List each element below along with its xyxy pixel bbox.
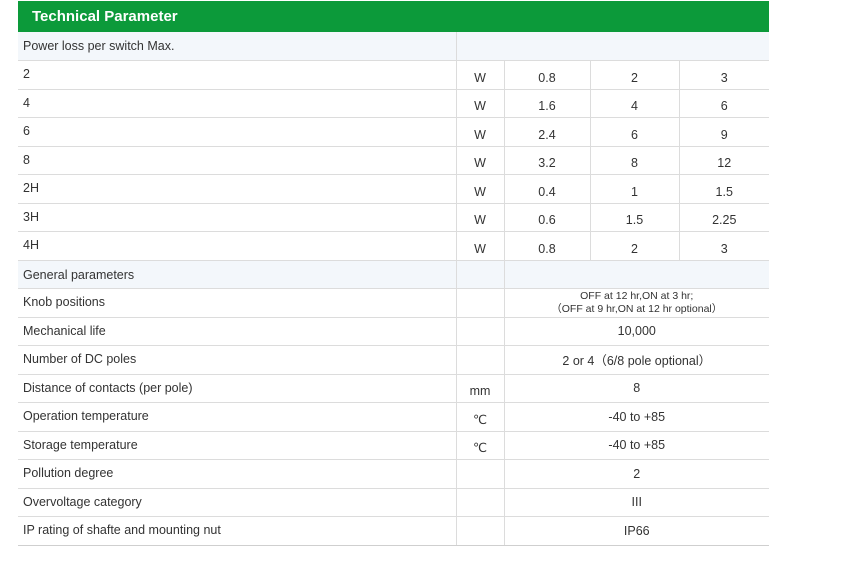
panel-title: Technical Parameter — [18, 1, 769, 32]
row-unit: mm — [455, 374, 504, 403]
section-empty-cell — [455, 32, 769, 61]
row-value-1: 0.8 — [503, 60, 590, 90]
row-value: -40 to +85 — [503, 402, 769, 432]
row-value-1: 2.4 — [503, 117, 590, 147]
row-value-2: 1 — [589, 174, 679, 204]
row-label: Pollution degree — [18, 459, 456, 489]
row-label: Mechanical life — [18, 317, 456, 346]
row-value-3: 3 — [678, 231, 769, 261]
row-unit — [455, 288, 504, 318]
row-unit: W — [455, 203, 504, 232]
row-value: -40 to +85 — [503, 431, 769, 460]
table-row: Pollution degree 2 — [18, 459, 769, 489]
row-value-1: 0.8 — [503, 231, 590, 261]
row-unit — [455, 345, 504, 375]
row-unit — [455, 317, 504, 346]
row-value-3: 1.5 — [678, 174, 769, 204]
row-unit: W — [455, 231, 504, 261]
row-value-3: 3 — [678, 60, 769, 90]
table-row: Overvoltage category III — [18, 488, 769, 517]
row-unit: W — [455, 174, 504, 204]
table-row: 4H W 0.8 2 3 — [18, 231, 769, 261]
table-row: 3H W 0.6 1.5 2.25 — [18, 203, 769, 232]
section-empty-cell — [503, 260, 769, 289]
row-unit — [455, 488, 504, 517]
row-value-2: 2 — [589, 231, 679, 261]
parameter-table: Power loss per switch Max. 2 W 0.8 2 3 4… — [18, 32, 769, 546]
row-value-1: 0.6 — [503, 203, 590, 232]
row-label: Storage temperature — [18, 431, 456, 460]
table-row: Distance of contacts (per pole) mm 8 — [18, 374, 769, 403]
row-label: Overvoltage category — [18, 488, 456, 517]
row-label: Distance of contacts (per pole) — [18, 374, 456, 403]
table-row: Storage temperature ℃ -40 to +85 — [18, 431, 769, 460]
knob-positions-value: OFF at 12 hr,ON at 3 hr; （OFF at 9 hr,ON… — [503, 288, 769, 318]
table-row: Operation temperature ℃ -40 to +85 — [18, 402, 769, 432]
row-value: IP66 — [503, 516, 769, 546]
table-row: 2 W 0.8 2 3 — [18, 60, 769, 90]
row-label: 4 — [18, 89, 456, 118]
row-label: Number of DC poles — [18, 345, 456, 375]
row-value-3: 2.25 — [678, 203, 769, 232]
row-value-2: 8 — [589, 146, 679, 175]
row-value-1: 0.4 — [503, 174, 590, 204]
row-value: 8 — [503, 374, 769, 403]
row-value-2: 4 — [589, 89, 679, 118]
row-unit: W — [455, 89, 504, 118]
knob-line-1: OFF at 12 hr,ON at 3 hr; — [580, 289, 694, 302]
row-unit — [455, 459, 504, 489]
row-value-3: 9 — [678, 117, 769, 147]
row-value-2: 2 — [589, 60, 679, 90]
table-row: Mechanical life 10,000 — [18, 317, 769, 346]
row-value-1: 1.6 — [503, 89, 590, 118]
table-row: Knob positions OFF at 12 hr,ON at 3 hr; … — [18, 288, 769, 318]
row-value: III — [503, 488, 769, 517]
row-label: 2H — [18, 174, 456, 204]
table-row: 8 W 3.2 8 12 — [18, 146, 769, 175]
technical-parameter-panel: Technical Parameter Power loss per switc… — [18, 1, 769, 546]
row-label: 8 — [18, 146, 456, 175]
row-value-2: 1.5 — [589, 203, 679, 232]
row-label: Operation temperature — [18, 402, 456, 432]
row-label: 6 — [18, 117, 456, 147]
row-value-2: 6 — [589, 117, 679, 147]
section-label: General parameters — [18, 260, 456, 289]
section-empty-unit — [455, 260, 504, 289]
table-row: 6 W 2.4 6 9 — [18, 117, 769, 147]
section-label: Power loss per switch Max. — [18, 32, 456, 61]
row-unit: ℃ — [455, 402, 504, 432]
row-value: 2 or 4（6/8 pole optional） — [503, 345, 769, 375]
row-unit: ℃ — [455, 431, 504, 460]
row-unit — [455, 516, 504, 546]
table-row: IP rating of shafte and mounting nut IP6… — [18, 516, 769, 546]
row-unit: W — [455, 60, 504, 90]
row-label: Knob positions — [18, 288, 456, 318]
row-value-3: 6 — [678, 89, 769, 118]
table-row: 4 W 1.6 4 6 — [18, 89, 769, 118]
section-row-general: General parameters — [18, 260, 769, 289]
section-row-power-loss: Power loss per switch Max. — [18, 32, 769, 61]
row-label: IP rating of shafte and mounting nut — [18, 516, 456, 546]
row-unit: W — [455, 117, 504, 147]
row-label: 3H — [18, 203, 456, 232]
table-row: 2H W 0.4 1 1.5 — [18, 174, 769, 204]
row-value-1: 3.2 — [503, 146, 590, 175]
knob-line-2: （OFF at 9 hr,ON at 12 hr optional） — [551, 302, 723, 315]
row-label: 2 — [18, 60, 456, 90]
row-value: 10,000 — [503, 317, 769, 346]
row-label: 4H — [18, 231, 456, 261]
row-unit: W — [455, 146, 504, 175]
row-value-3: 12 — [678, 146, 769, 175]
table-row: Number of DC poles 2 or 4（6/8 pole optio… — [18, 345, 769, 375]
row-value: 2 — [503, 459, 769, 489]
